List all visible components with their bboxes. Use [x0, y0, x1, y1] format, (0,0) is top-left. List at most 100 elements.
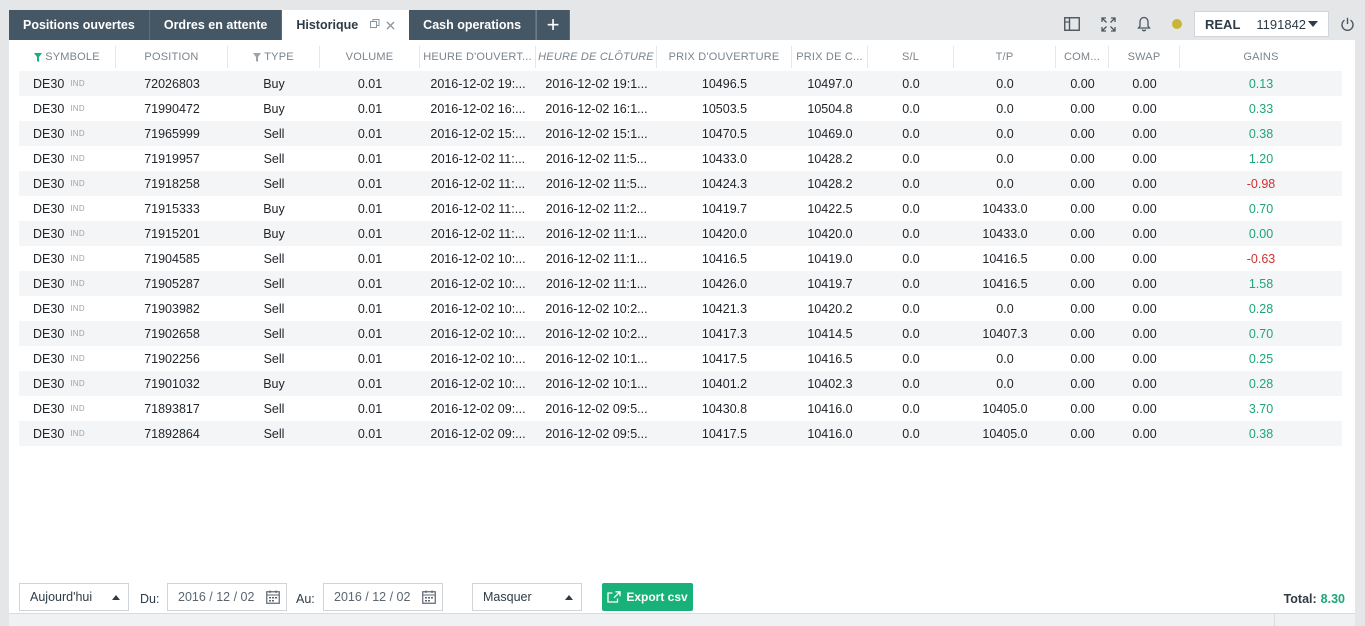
table-row[interactable]: DE30 IND 71919957 Sell 0.01 2016-12-02 11… [19, 146, 1342, 171]
table-row[interactable]: DE30 IND 71902658 Sell 0.01 2016-12-02 10… [19, 321, 1342, 346]
table-row[interactable]: DE30 IND 71904585 Sell 0.01 2016-12-02 10… [19, 246, 1342, 271]
column-prix-ouverture[interactable]: PRIX D'OUVERTURE [657, 46, 792, 68]
cell-tp: 10433.0 [982, 201, 1028, 216]
column-tp[interactable]: T/P [954, 46, 1056, 68]
cell-open-price: 10503.5 [701, 101, 748, 116]
layout-icon[interactable] [1054, 12, 1090, 36]
column-heure-ouverture[interactable]: HEURE D'OUVERT... [420, 46, 536, 68]
column-symbole[interactable]: SYMBOLE [19, 46, 116, 68]
export-csv-button[interactable]: Export csv [602, 583, 693, 611]
close-icon[interactable] [386, 18, 395, 33]
cell-type: Sell [263, 301, 285, 316]
table-row[interactable]: DE30 IND 71918258 Sell 0.01 2016-12-02 11… [19, 171, 1342, 196]
cell-position: 71918258 [144, 176, 200, 191]
table-row[interactable]: DE30 IND 72026803 Buy 0.01 2016-12-02 19:… [19, 71, 1342, 96]
column-type[interactable]: TYPE [228, 46, 320, 68]
column-swap[interactable]: SWAP [1109, 46, 1180, 68]
cell-volume: 0.01 [357, 326, 383, 341]
power-icon[interactable] [1329, 12, 1365, 36]
table-row[interactable]: DE30 IND 71903982 Sell 0.01 2016-12-02 10… [19, 296, 1342, 321]
cell-open-price: 10417.5 [701, 426, 748, 441]
table-row[interactable]: DE30 IND 71905287 Sell 0.01 2016-12-02 10… [19, 271, 1342, 296]
column-heure-cloture[interactable]: HEURE DE CLÔTURE [536, 46, 657, 68]
cell-close-time: 2016-12-02 19:1... [545, 76, 648, 91]
history-panel: SYMBOLE POSITION TYPE VOLUME HEURE D'OUV… [9, 40, 1355, 613]
instrument-badge: IND [70, 304, 85, 313]
tab-historique[interactable]: Historique [282, 10, 410, 40]
table-row[interactable]: DE30 IND 71893817 Sell 0.01 2016-12-02 09… [19, 396, 1342, 421]
symbol-text: DE30 [33, 76, 65, 91]
instrument-badge: IND [70, 204, 85, 213]
filter-icon[interactable] [253, 52, 262, 62]
cell-type: Sell [263, 426, 285, 441]
cell-tp: 0.0 [996, 376, 1014, 391]
account-selector[interactable]: REAL 1191842 [1194, 11, 1329, 37]
add-tab-button[interactable]: + [536, 10, 571, 40]
column-prix-cloture[interactable]: PRIX DE C... [792, 46, 868, 68]
cell-close-price: 10416.0 [807, 426, 853, 441]
tab-ordres-en-attente[interactable]: Ordres en attente [149, 10, 283, 40]
chevron-down-icon [1308, 21, 1318, 27]
cell-volume: 0.01 [357, 76, 383, 91]
tab-positions-ouvertes[interactable]: Positions ouvertes [9, 10, 150, 40]
cell-close-time: 2016-12-02 10:1... [545, 376, 648, 391]
column-gains[interactable]: GAINS [1180, 46, 1342, 68]
instrument-badge: IND [70, 354, 85, 363]
cell-position: 71915333 [144, 201, 200, 216]
total-value: 8.30 [1320, 592, 1345, 606]
column-label: COM... [1063, 51, 1101, 63]
tab-cash-operations[interactable]: Cash operations [409, 10, 537, 40]
bottom-status-strip [9, 613, 1355, 626]
table-row[interactable]: DE30 IND 71892864 Sell 0.01 2016-12-02 09… [19, 421, 1342, 446]
column-volume[interactable]: VOLUME [320, 46, 420, 68]
cell-close-price: 10416.5 [807, 351, 853, 366]
column-position[interactable]: POSITION [116, 46, 228, 68]
table-row[interactable]: DE30 IND 71901032 Buy 0.01 2016-12-02 10:… [19, 371, 1342, 396]
cell-close-time: 2016-12-02 15:1... [545, 126, 648, 141]
symbol-text: DE30 [33, 326, 65, 341]
cell-position: 71902256 [144, 351, 200, 366]
cell-swap: 0.00 [1132, 226, 1157, 241]
table-row[interactable]: DE30 IND 71965999 Sell 0.01 2016-12-02 15… [19, 121, 1342, 146]
cell-position: 71903982 [144, 301, 200, 316]
cell-gain: 1.20 [1248, 151, 1274, 166]
cell-gain: 0.28 [1248, 376, 1274, 391]
calendar-icon[interactable] [422, 590, 436, 604]
filter-icon[interactable] [34, 52, 43, 62]
column-commission[interactable]: COM... [1056, 46, 1109, 68]
mask-dropdown[interactable]: Masquer [472, 583, 582, 611]
table-row[interactable]: DE30 IND 71990472 Buy 0.01 2016-12-02 16:… [19, 96, 1342, 121]
account-type: REAL [1205, 16, 1241, 32]
cell-open-time: 2016-12-02 11:... [430, 176, 526, 191]
cell-type: Sell [263, 176, 285, 191]
period-dropdown[interactable]: Aujourd'hui [19, 583, 129, 611]
cell-position: 71893817 [144, 401, 200, 416]
cell-swap: 0.00 [1132, 376, 1157, 391]
cell-close-time: 2016-12-02 11:2... [545, 201, 648, 216]
cell-position: 71990472 [144, 101, 200, 116]
popout-icon[interactable] [370, 18, 380, 32]
from-date-input[interactable]: 2016 / 12 / 02 [167, 583, 287, 611]
cell-commission: 0.00 [1070, 301, 1095, 316]
cell-commission: 0.00 [1070, 326, 1095, 341]
cell-sl: 0.0 [902, 301, 920, 316]
cell-tp: 10405.0 [982, 401, 1028, 416]
calendar-icon[interactable] [266, 590, 280, 604]
column-sl[interactable]: S/L [868, 46, 954, 68]
cell-type: Sell [263, 151, 285, 166]
tab-label: Positions ouvertes [23, 18, 135, 32]
cell-commission: 0.00 [1070, 101, 1095, 116]
bell-icon[interactable] [1126, 12, 1162, 36]
to-date-input[interactable]: 2016 / 12 / 02 [323, 583, 443, 611]
cell-volume: 0.01 [357, 426, 383, 441]
cell-close-price: 10422.5 [807, 201, 853, 216]
symbol-text: DE30 [33, 426, 65, 441]
table-row[interactable]: DE30 IND 71915333 Buy 0.01 2016-12-02 11:… [19, 196, 1342, 221]
cell-open-price: 10424.3 [701, 176, 748, 191]
fullscreen-icon[interactable] [1090, 12, 1126, 36]
table-row[interactable]: DE30 IND 71902256 Sell 0.01 2016-12-02 10… [19, 346, 1342, 371]
cell-volume: 0.01 [357, 201, 383, 216]
table-row[interactable]: DE30 IND 71915201 Buy 0.01 2016-12-02 11:… [19, 221, 1342, 246]
cell-volume: 0.01 [357, 301, 383, 316]
cell-type: Sell [263, 251, 285, 266]
